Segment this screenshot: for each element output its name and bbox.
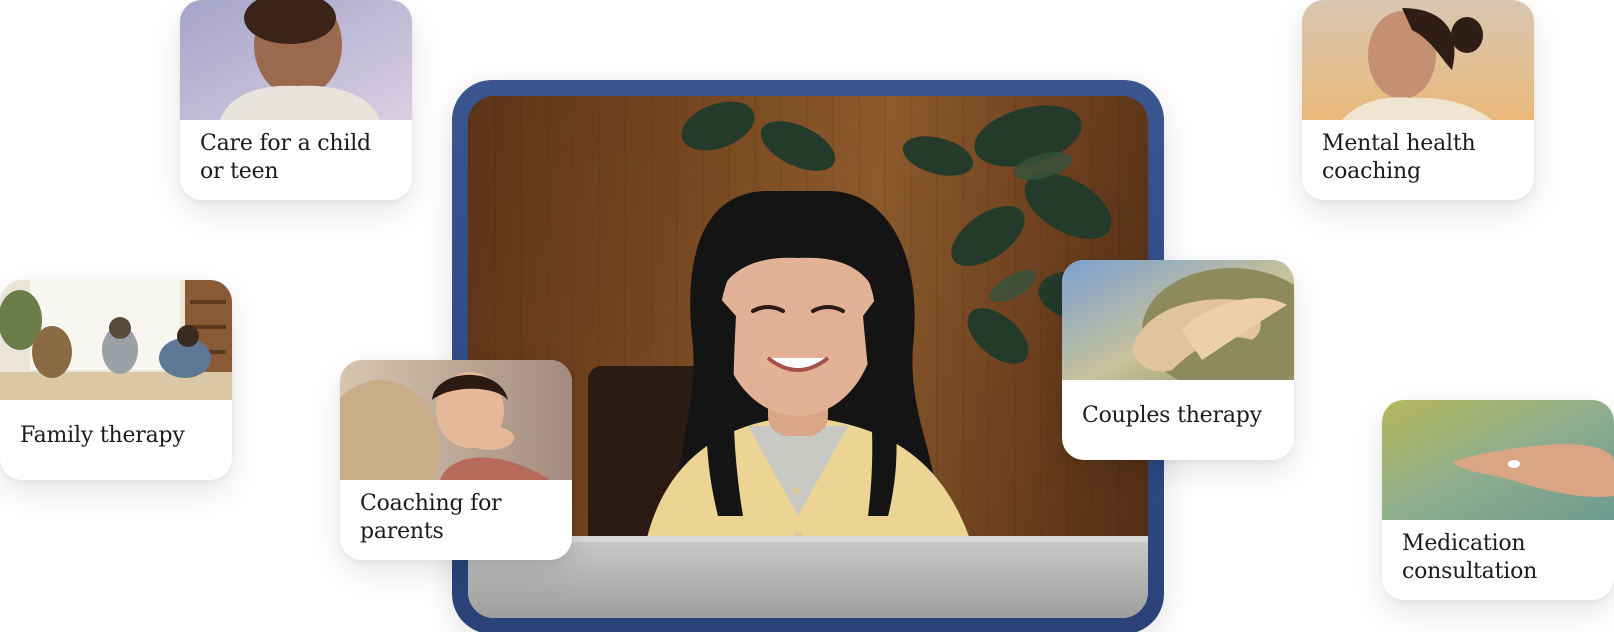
services-collage: Care for a child or teen Mental health c…	[0, 0, 1614, 632]
woman-profile-image	[1302, 0, 1534, 120]
family-on-couch-image	[0, 280, 232, 400]
hands-on-shoulder-image	[1062, 260, 1294, 380]
service-card-medication-consultation[interactable]: Medication consultation	[1382, 400, 1614, 600]
service-card-family-therapy[interactable]: Family therapy	[0, 280, 232, 480]
service-label-medication-consultation: Medication consultation	[1402, 531, 1538, 584]
service-card-mental-health-coaching[interactable]: Mental health coaching	[1302, 0, 1534, 200]
hand-with-pill-image	[1382, 400, 1614, 520]
service-label-family-therapy: Family therapy	[20, 423, 185, 448]
service-label-child-teen: Care for a child or teen	[200, 131, 371, 184]
service-label-coaching-for-parents: Coaching for parents	[360, 491, 502, 544]
parent-holding-child-image	[340, 360, 572, 480]
service-label-mental-health-coaching: Mental health coaching	[1322, 131, 1476, 184]
service-label-couples-therapy: Couples therapy	[1082, 403, 1262, 428]
service-card-coaching-for-parents[interactable]: Coaching for parents	[340, 360, 572, 560]
boy-looking-up-image	[180, 0, 412, 120]
service-card-child-teen[interactable]: Care for a child or teen	[180, 0, 412, 200]
service-card-couples-therapy[interactable]: Couples therapy	[1062, 260, 1294, 460]
